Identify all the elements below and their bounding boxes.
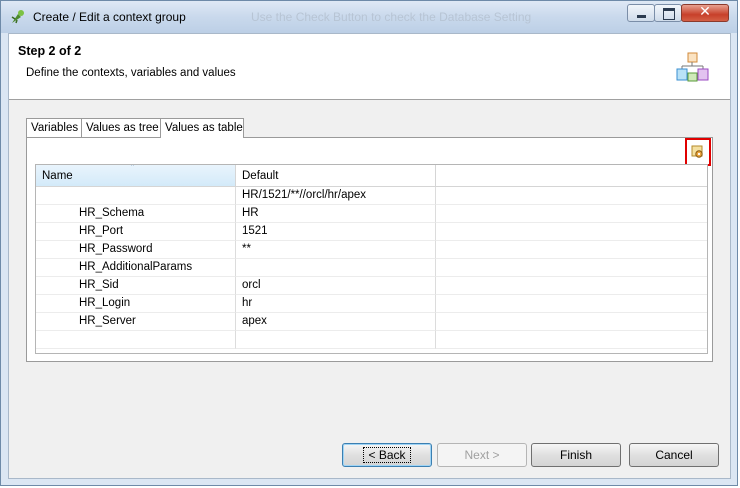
row-default-value[interactable] [236,331,436,349]
column-header-name[interactable]: ˆ Name [36,165,236,187]
row-empty-cell [436,331,707,349]
dialog-client-area: Step 2 of 2 Define the contexts, variabl… [8,33,731,479]
step-description: Define the contexts, variables and value… [26,67,236,79]
maximize-button[interactable] [654,4,682,22]
row-default-value[interactable]: 1521 [236,223,436,241]
row-name [36,331,236,349]
table-row[interactable]: HR_Server apex [36,313,707,331]
title-bar[interactable]: Create / Edit a context group Use the Ch… [1,1,737,33]
dialog-window: Create / Edit a context group Use the Ch… [0,0,738,486]
ghost-title-text: Use the Check Button to check the Databa… [251,10,532,24]
close-icon: ✕ [699,4,711,20]
row-name: HR_Server [36,313,236,331]
maximize-icon [663,8,675,20]
step-title: Step 2 of 2 [18,44,82,58]
row-default-value[interactable]: orcl [236,277,436,295]
window-title: Create / Edit a context group [33,10,186,24]
table-row[interactable]: HR_AdditionalParams [36,259,707,277]
context-values-table: ˆ Name Default HR/1521/**//orcl/hr/apex … [35,164,708,354]
row-default-value[interactable]: ** [236,241,436,259]
row-empty-cell [436,205,707,223]
minimize-button[interactable] [627,4,655,22]
table-row[interactable]: HR_Port 1521 [36,223,707,241]
cancel-button[interactable]: Cancel [629,443,719,467]
back-button-label: < Back [363,447,411,463]
column-name-label: Name [42,170,73,182]
row-default-value[interactable]: HR [236,205,436,223]
row-default-value[interactable] [236,259,436,277]
row-empty-cell [436,313,707,331]
column-header-default[interactable]: Default [236,165,436,187]
table-row[interactable]: HR_Password ** [36,241,707,259]
row-empty-cell [436,295,707,313]
row-empty-cell [436,187,707,205]
column-header-empty [436,165,707,187]
row-name [36,187,236,205]
row-default-value[interactable]: HR/1521/**//orcl/hr/apex [236,187,436,205]
row-empty-cell [436,277,707,295]
tab-values-as-table[interactable]: Values as table [160,118,244,138]
table-row[interactable]: HR/1521/**//orcl/hr/apex [36,187,707,205]
row-empty-cell [436,223,707,241]
finish-button[interactable]: Finish [531,443,621,467]
row-name: HR_Port [36,223,236,241]
table-row[interactable] [36,331,707,349]
next-button[interactable]: Next > [437,443,527,467]
minimize-icon [637,15,646,18]
row-default-value[interactable]: hr [236,295,436,313]
configure-contexts-button[interactable] [685,138,711,166]
sort-ascending-icon: ˆ [131,164,134,173]
close-button[interactable]: ✕ [681,4,729,22]
back-button[interactable]: < Back [342,443,432,467]
row-empty-cell [436,241,707,259]
table-row[interactable]: HR_Login hr [36,295,707,313]
tab-variables[interactable]: Variables [26,118,82,137]
context-group-icon [676,52,709,82]
context-config-icon [691,145,703,158]
table-row[interactable]: HR_Sid orcl [36,277,707,295]
wizard-header: Step 2 of 2 Define the contexts, variabl… [9,34,730,100]
row-name: HR_Password [36,241,236,259]
row-name: HR_Sid [36,277,236,295]
talend-app-icon [11,10,24,24]
row-name: HR_Schema [36,205,236,223]
row-name: HR_Login [36,295,236,313]
row-name: HR_AdditionalParams [36,259,236,277]
tab-values-as-tree[interactable]: Values as tree [81,118,161,137]
row-default-value[interactable]: apex [236,313,436,331]
row-empty-cell [436,259,707,277]
table-row[interactable]: HR_Schema HR [36,205,707,223]
